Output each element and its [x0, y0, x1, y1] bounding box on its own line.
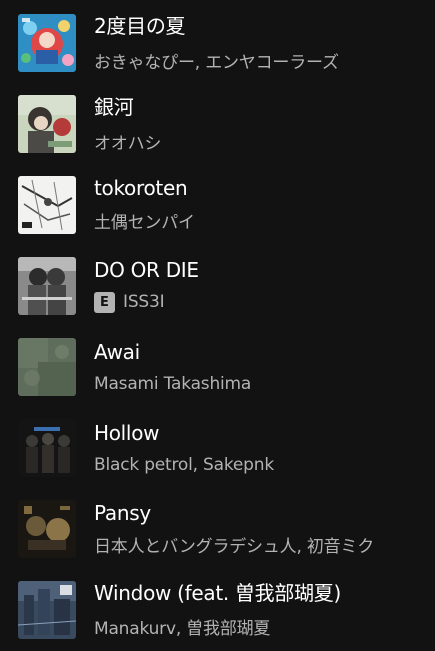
track-title[interactable]: Pansy [94, 501, 151, 525]
track-artists: Black petrol, Sakepnk [94, 453, 274, 477]
track-artists: Masami Takashima [94, 372, 251, 396]
explicit-badge: E [94, 291, 115, 313]
artist-link[interactable]: Black petrol, Sakepnk [94, 455, 274, 475]
track-row[interactable]: Hollow Black petrol, Sakepnk [0, 405, 435, 485]
track-artists: おきゃなぴー, エンヤコーラーズ [94, 48, 339, 73]
album-art[interactable] [18, 257, 76, 315]
album-art[interactable] [18, 95, 76, 153]
track-artists: 土偶センパイ [94, 208, 195, 233]
artist-link[interactable]: 日本人とバングラデシュ人, 初音ミク [94, 532, 374, 557]
track-title[interactable]: 2度目の夏 [94, 14, 186, 38]
artist-link[interactable]: Manakurv, 曽我部瑚夏 [94, 614, 270, 639]
track-row[interactable]: Window (feat. 曽我部瑚夏) Manakurv, 曽我部瑚夏 [0, 567, 435, 647]
track-title[interactable]: Window (feat. 曽我部瑚夏) [94, 581, 341, 605]
album-art[interactable] [18, 176, 76, 234]
track-title[interactable]: tokoroten [94, 176, 188, 200]
album-art[interactable] [18, 419, 76, 477]
track-title[interactable]: Hollow [94, 421, 159, 445]
album-art[interactable] [18, 581, 76, 639]
track-list: 2度目の夏 おきゃなぴー, エンヤコーラーズ 銀河 オオハシ tokoroten… [0, 0, 435, 651]
track-artists: オオハシ [94, 129, 161, 154]
artist-link[interactable]: 土偶センパイ [94, 208, 195, 233]
album-art[interactable] [18, 500, 76, 558]
artist-link[interactable]: オオハシ [94, 129, 161, 154]
track-title[interactable]: 銀河 [94, 95, 134, 119]
track-artists: 日本人とバングラデシュ人, 初音ミク [94, 532, 374, 557]
track-row[interactable]: tokoroten 土偶センパイ [0, 162, 435, 242]
track-title[interactable]: DO OR DIE [94, 258, 199, 282]
track-title[interactable]: Awai [94, 340, 140, 364]
album-art[interactable] [18, 14, 76, 72]
artist-link[interactable]: ISS3I [123, 292, 165, 312]
artist-link[interactable]: おきゃなぴー, エンヤコーラーズ [94, 48, 339, 73]
track-row[interactable]: Awai Masami Takashima [0, 324, 435, 404]
track-artists: E ISS3I [94, 290, 165, 314]
track-row[interactable]: 2度目の夏 おきゃなぴー, エンヤコーラーズ [0, 0, 435, 80]
track-artists: Manakurv, 曽我部瑚夏 [94, 614, 270, 639]
track-row[interactable]: DO OR DIE E ISS3I [0, 243, 435, 323]
album-art[interactable] [18, 338, 76, 396]
artist-link[interactable]: Masami Takashima [94, 374, 251, 394]
track-row[interactable]: 銀河 オオハシ [0, 81, 435, 161]
track-row[interactable]: Pansy 日本人とバングラデシュ人, 初音ミク [0, 486, 435, 566]
